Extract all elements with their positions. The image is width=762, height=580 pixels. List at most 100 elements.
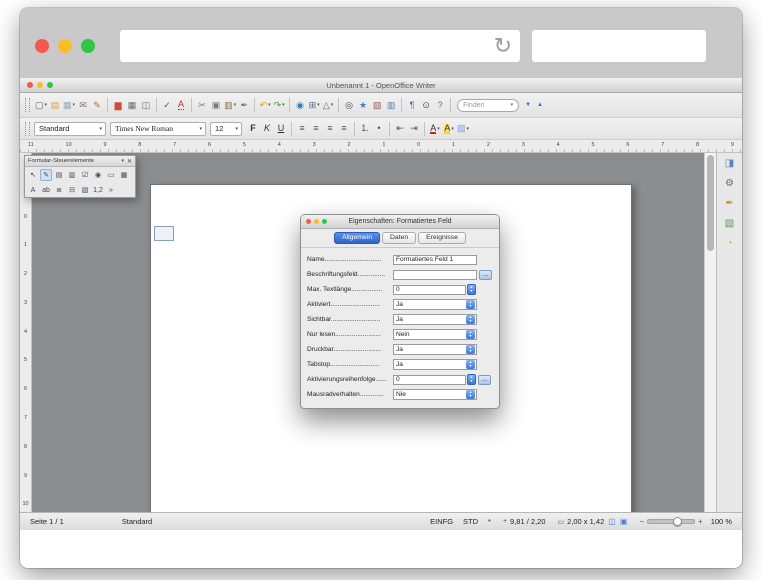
styles-deck-icon[interactable]: ✒ [721, 196, 739, 212]
palette-titlebar[interactable]: Formular-Steuerelemente ▾ ✕ [25, 156, 135, 167]
single-page-view-icon[interactable]: ◫ [608, 517, 616, 526]
gallery-icon[interactable]: ▧ [370, 97, 384, 113]
text-input[interactable] [393, 269, 477, 280]
book-view-icon[interactable]: ▣ [620, 517, 628, 526]
close-button[interactable] [35, 39, 49, 53]
zoom-in-icon[interactable]: + [698, 517, 703, 526]
status-insert-mode[interactable]: EINFG [430, 517, 453, 526]
chevron-down-icon[interactable]: ▾ [282, 102, 285, 108]
find-previous-icon[interactable]: ▲ [534, 99, 546, 112]
increase-indent-icon[interactable]: ⇥ [407, 121, 421, 137]
dropdown-stepper-icon[interactable]: ▲ ▼ [466, 390, 475, 399]
text-box-icon[interactable]: ab [40, 184, 52, 196]
chevron-down-icon[interactable]: ▾ [268, 102, 271, 108]
doc-minimize-button[interactable] [37, 82, 43, 88]
secondary-field[interactable] [532, 30, 706, 62]
document-as-email-icon[interactable]: ✉ [76, 97, 90, 113]
spinner-input[interactable]: 0 [393, 374, 466, 385]
minimize-button[interactable] [58, 39, 72, 53]
highlighting-icon[interactable]: A ▾ [442, 121, 456, 137]
chevron-down-icon[interactable]: ▾ [99, 126, 102, 132]
dropdown-stepper-icon[interactable]: ▲ ▼ [466, 330, 475, 339]
select-pointer-icon[interactable]: ↖ [27, 169, 39, 181]
open-icon[interactable]: ▤ [48, 97, 62, 113]
chevron-down-icon[interactable]: ▾ [73, 102, 76, 108]
palette-close-icon[interactable]: ✕ [127, 158, 132, 165]
zoom-slider[interactable] [647, 517, 696, 526]
combo-box-icon[interactable]: ⊟ [66, 184, 78, 196]
chevron-down-icon[interactable]: ▾ [331, 102, 334, 108]
dropdown[interactable]: Nein ▲ ▼ [393, 329, 477, 340]
status-page-style[interactable]: Standard [122, 517, 152, 526]
tab-ereignisse[interactable]: Ereignisse [418, 232, 466, 244]
dropdown-stepper-icon[interactable]: ▲ ▼ [466, 360, 475, 369]
dialog-titlebar[interactable]: Eigenschaften: Formatiertes Feld [301, 215, 499, 229]
paragraph-style-combo[interactable]: Standard ▾ [34, 121, 106, 136]
background-color-icon[interactable]: ▨ ▾ [456, 121, 470, 137]
copy-icon[interactable]: ▣ [209, 97, 223, 113]
align-center-icon[interactable]: ≡ [309, 121, 323, 137]
text-input[interactable]: Formatiertes Feld 1 [393, 254, 477, 265]
underline-icon[interactable]: U [274, 121, 288, 137]
document-titlebar[interactable]: Unbenannt 1 - OpenOffice Writer [20, 78, 742, 93]
chevron-down-icon[interactable]: ▾ [467, 126, 470, 132]
paste-icon[interactable]: ▥ ▾ [223, 97, 237, 113]
data-sources-icon[interactable]: ▥ [384, 97, 398, 113]
help-icon[interactable]: ? [433, 97, 447, 113]
auto-spellcheck-icon[interactable]: A [174, 97, 188, 113]
redo-icon[interactable]: ↷ ▾ [272, 97, 286, 113]
navigator-deck-icon[interactable]: ◔ [721, 236, 739, 252]
dropdown-stepper-icon[interactable]: ▲ ▼ [466, 315, 475, 324]
chevron-down-icon[interactable]: ▾ [451, 126, 454, 132]
palette-menu-icon[interactable]: ▾ [121, 158, 124, 164]
dropdown[interactable]: Ja ▲ ▼ [393, 299, 477, 310]
justify-icon[interactable]: ≡ [337, 121, 351, 137]
decrease-indent-icon[interactable]: ⇤ [393, 121, 407, 137]
check-box-icon[interactable]: ☑ [79, 169, 91, 181]
bullet-list-icon[interactable]: • [372, 121, 386, 137]
option-button-icon[interactable]: ◉ [92, 169, 104, 181]
toolbar-handle[interactable] [25, 98, 30, 112]
list-box-icon[interactable]: ≣ [53, 184, 65, 196]
stepper-icon[interactable]: ▲ ▼ [467, 284, 476, 295]
chevron-down-icon[interactable]: ▾ [199, 126, 202, 132]
dialog-close-button[interactable] [306, 219, 311, 224]
font-color-icon[interactable]: A ▾ [428, 121, 442, 137]
chevron-down-icon[interactable]: ▾ [235, 126, 238, 132]
find-replace-icon[interactable]: ◎ [342, 97, 356, 113]
browse-button[interactable]: ... [478, 374, 491, 385]
image-button-icon[interactable]: ▧ [79, 184, 91, 196]
scrollbar-thumb[interactable] [707, 155, 714, 251]
doc-close-button[interactable] [27, 82, 33, 88]
zoom-level[interactable]: 100 % [711, 517, 732, 526]
address-bar[interactable]: ↻ [120, 30, 520, 62]
format-paintbrush-icon[interactable]: ✒ [237, 97, 251, 113]
table-icon[interactable]: ⊞ ▾ [307, 97, 321, 113]
dropdown[interactable]: Nie ▲ ▼ [393, 389, 477, 400]
font-size-combo[interactable]: 12 ▾ [210, 121, 242, 136]
formatted-field-control[interactable] [154, 226, 174, 241]
control-properties-icon[interactable]: ▤ [53, 169, 65, 181]
doc-zoom-button[interactable] [47, 82, 53, 88]
bold-icon[interactable]: F [246, 121, 260, 137]
push-button-icon[interactable]: ▭ [105, 169, 117, 181]
dropdown[interactable]: Ja ▲ ▼ [393, 359, 477, 370]
status-selection-mode[interactable]: STD [463, 517, 478, 526]
font-name-combo[interactable]: Times New Roman ▾ [110, 121, 206, 136]
reload-icon[interactable]: ↻ [494, 35, 512, 57]
gallery-deck-icon[interactable]: ▧ [721, 216, 739, 232]
zoom-slider-thumb[interactable] [673, 517, 683, 526]
find-toolbar-input[interactable]: Finden ▾ [457, 98, 520, 112]
formatted-field-icon[interactable]: 1,2 [92, 184, 104, 196]
dropdown-stepper-icon[interactable]: ▲ ▼ [466, 345, 475, 354]
more-controls-icon[interactable]: ▦ [118, 169, 130, 181]
label-field-icon[interactable]: A [27, 184, 39, 196]
hyperlink-icon[interactable]: ◉ [293, 97, 307, 113]
toolbar-handle[interactable] [25, 121, 30, 136]
chevron-down-icon[interactable]: ▾ [45, 102, 48, 108]
dialog-minimize-button[interactable] [314, 219, 319, 224]
show-draw-functions-icon[interactable]: △ ▾ [321, 97, 335, 113]
align-right-icon[interactable]: ≡ [323, 121, 337, 137]
nonprinting-characters-icon[interactable]: ¶ [405, 97, 419, 113]
export-pdf-icon[interactable]: ▆ [111, 97, 125, 113]
